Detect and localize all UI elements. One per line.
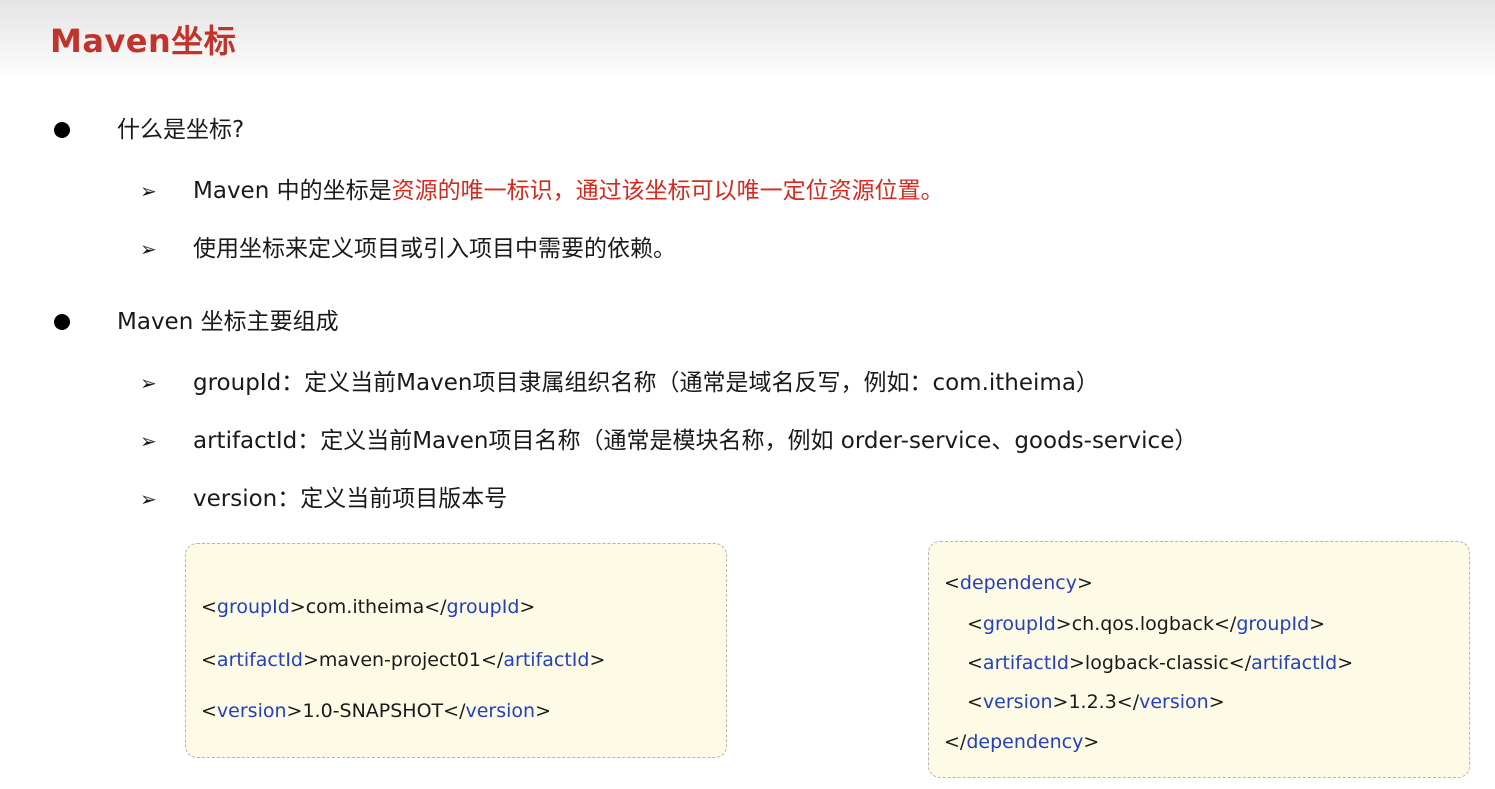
bullet-heading: Maven 坐标主要组成 (117, 309, 339, 335)
item-highlight: 资源的唯一标识，通过该坐标可以唯一定位资源位置。 (391, 178, 944, 204)
code-box-dependency: <dependency> <groupId>ch.qos.logback</gr… (928, 541, 1470, 778)
code-line: <groupId>ch.qos.logback</groupId> (967, 613, 1326, 635)
code-line: <groupId>com.itheima</groupId> (201, 596, 536, 618)
arrow-bullet-icon: ➢ (140, 237, 157, 261)
slide-title: Maven坐标 (50, 22, 237, 60)
code-line: <artifactId>maven-project01</artifactId> (201, 649, 606, 671)
arrow-bullet-icon: ➢ (140, 371, 157, 395)
code-box-coordinates: <groupId>com.itheima</groupId> <artifact… (185, 543, 727, 758)
bullet-item: 使用坐标来定义项目或引入项目中需要的依赖。 (193, 236, 676, 262)
bullet-item: Maven 中的坐标是资源的唯一标识，通过该坐标可以唯一定位资源位置。 (193, 176, 944, 206)
code-line: <version>1.0-SNAPSHOT</version> (201, 700, 551, 722)
bullet-item: version：定义当前项目版本号 (193, 486, 508, 512)
arrow-bullet-icon: ➢ (140, 429, 157, 453)
bullet-item: groupId：定义当前Maven项目隶属组织名称（通常是域名反写，例如：com… (193, 370, 1099, 396)
arrow-bullet-icon: ➢ (140, 179, 157, 203)
bullet-dot-icon (54, 314, 70, 330)
code-line: </dependency> (944, 731, 1100, 753)
code-line: <dependency> (944, 572, 1093, 594)
bullet-item: artifactId：定义当前Maven项目名称（通常是模块名称，例如 orde… (193, 428, 1198, 454)
item-text: Maven 中的坐标是 (193, 178, 392, 204)
code-line: <version>1.2.3</version> (967, 691, 1225, 713)
bullet-heading: 什么是坐标? (117, 117, 245, 143)
code-line: <artifactId>logback-classic</artifactId> (967, 652, 1354, 674)
bullet-dot-icon (54, 122, 70, 138)
arrow-bullet-icon: ➢ (140, 487, 157, 511)
